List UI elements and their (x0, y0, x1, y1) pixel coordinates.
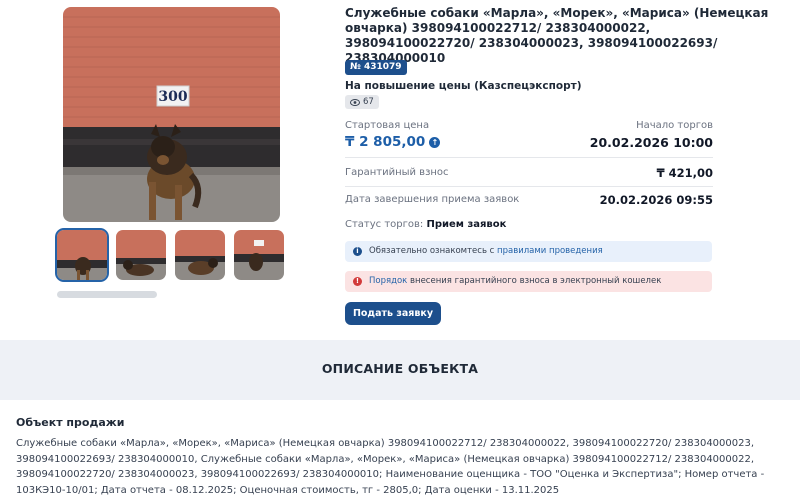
lot-number-badge: № 431079 (345, 60, 407, 75)
lot-title: Служебные собаки «Марла», «Морек», «Мари… (345, 6, 769, 65)
deposit-notice: ! Порядок внесения гарантийного взноса в… (345, 271, 712, 292)
info-icon: i (353, 247, 362, 256)
deposit-label: Гарантийный взнос (345, 167, 449, 178)
divider (345, 186, 713, 187)
deposit-order-link[interactable]: Порядок (369, 276, 407, 286)
views-badge: 67 (345, 95, 379, 109)
submit-application-button[interactable]: Подать заявку (345, 302, 441, 325)
status-label: Статус торгов: (345, 219, 424, 230)
sale-object-text: Служебные собаки «Марла», «Морек», «Мари… (16, 438, 765, 496)
divider (345, 157, 713, 158)
deposit-value: ₸ 421,00 (656, 166, 713, 180)
eye-icon (350, 98, 360, 106)
dog-photo-image: 300 (63, 7, 280, 222)
main-photo[interactable]: 300 (63, 7, 280, 222)
rules-notice: i Обязательно ознакомтесь с правилами пр… (345, 241, 712, 262)
photo-plate-number: 300 (158, 89, 187, 105)
start-date-value: 20.02.2026 10:00 (589, 135, 713, 150)
auction-type: На повышение цены (Казспецэкспорт) (345, 80, 582, 92)
thumbnail-scrollbar[interactable] (57, 291, 157, 298)
auction-status: Статус торгов: Прием заявок (345, 219, 506, 230)
start-price: ₸ 2 805,00 ↑ (345, 134, 441, 150)
thumbnail-2[interactable] (116, 230, 166, 280)
thumbnail-1[interactable] (55, 228, 109, 282)
start-date-label: Начало торгов (636, 120, 713, 131)
alert-icon: ! (353, 277, 362, 286)
start-price-label: Стартовая цена (345, 120, 430, 131)
status-value: Прием заявок (426, 219, 507, 230)
start-price-value: ₸ 2 805,00 (345, 134, 426, 150)
rules-link[interactable]: правилами проведения (497, 246, 603, 256)
thumbnail-3[interactable] (175, 230, 225, 280)
arrow-up-circle-icon: ↑ (429, 136, 441, 148)
deadline-label: Дата завершения приема заявок (345, 194, 520, 205)
deadline-value: 20.02.2026 09:55 (599, 193, 713, 207)
sale-object-heading: Объект продажи (16, 416, 125, 429)
description-heading: ОПИСАНИЕ ОБЪЕКТА (321, 361, 479, 376)
rules-notice-text: Обязательно ознакомтесь с (369, 246, 498, 256)
thumbnail-4[interactable] (234, 230, 284, 280)
deposit-notice-text: внесения гарантийного взноса в электронн… (407, 276, 662, 286)
views-count: 67 (363, 97, 374, 107)
lot-card: 300 Служебные собаки «Марла», «Морек», «… (0, 0, 800, 340)
